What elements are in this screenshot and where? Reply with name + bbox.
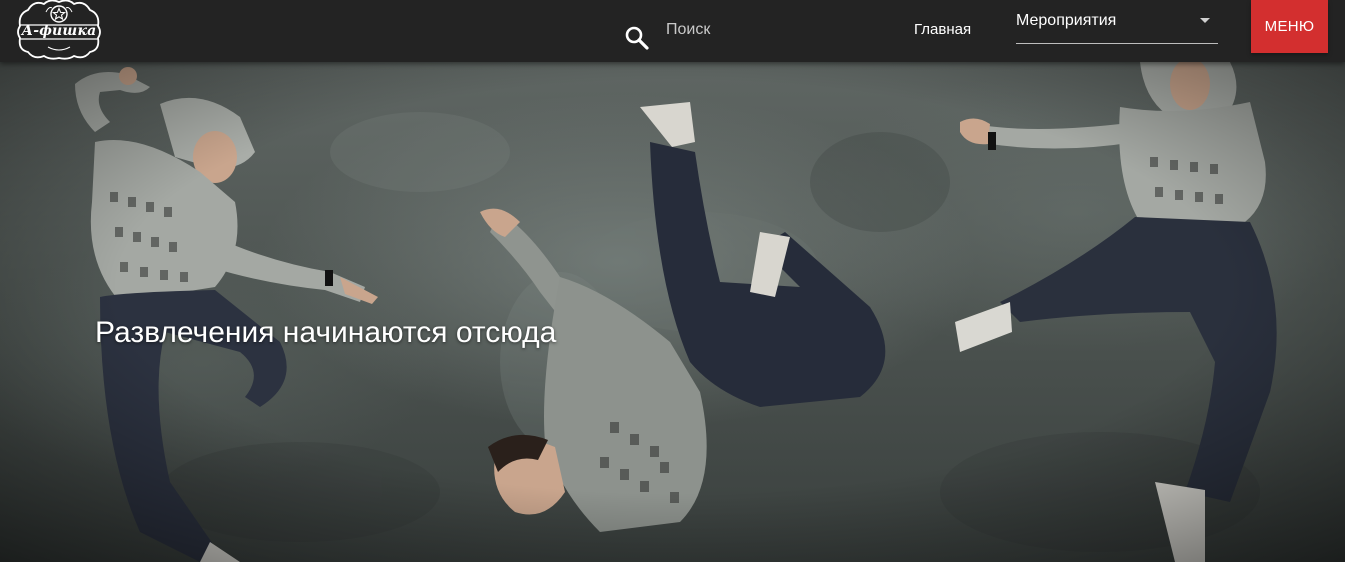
nav-link-home[interactable]: Главная [914,21,971,38]
category-select[interactable]: Мероприятия [1016,10,1218,44]
category-select-value: Мероприятия [1016,12,1117,29]
page: А-фишка Главная Мероприятия МЕНЮ [0,0,1345,582]
search-input[interactable] [666,16,876,44]
site-logo[interactable]: А-фишка [16,0,102,60]
hero-banner: Развлечения начинаются отсюда [0,62,1345,562]
hero-title: Развлечения начинаются отсюда [95,316,557,349]
breakdancers-image [0,62,1345,562]
search-icon[interactable] [624,25,650,51]
menu-button[interactable]: МЕНЮ [1251,0,1328,53]
caret-down-icon [1200,18,1210,23]
top-navbar: А-фишка Главная Мероприятия МЕНЮ [0,0,1345,62]
logo-text: А-фишка [21,23,97,39]
